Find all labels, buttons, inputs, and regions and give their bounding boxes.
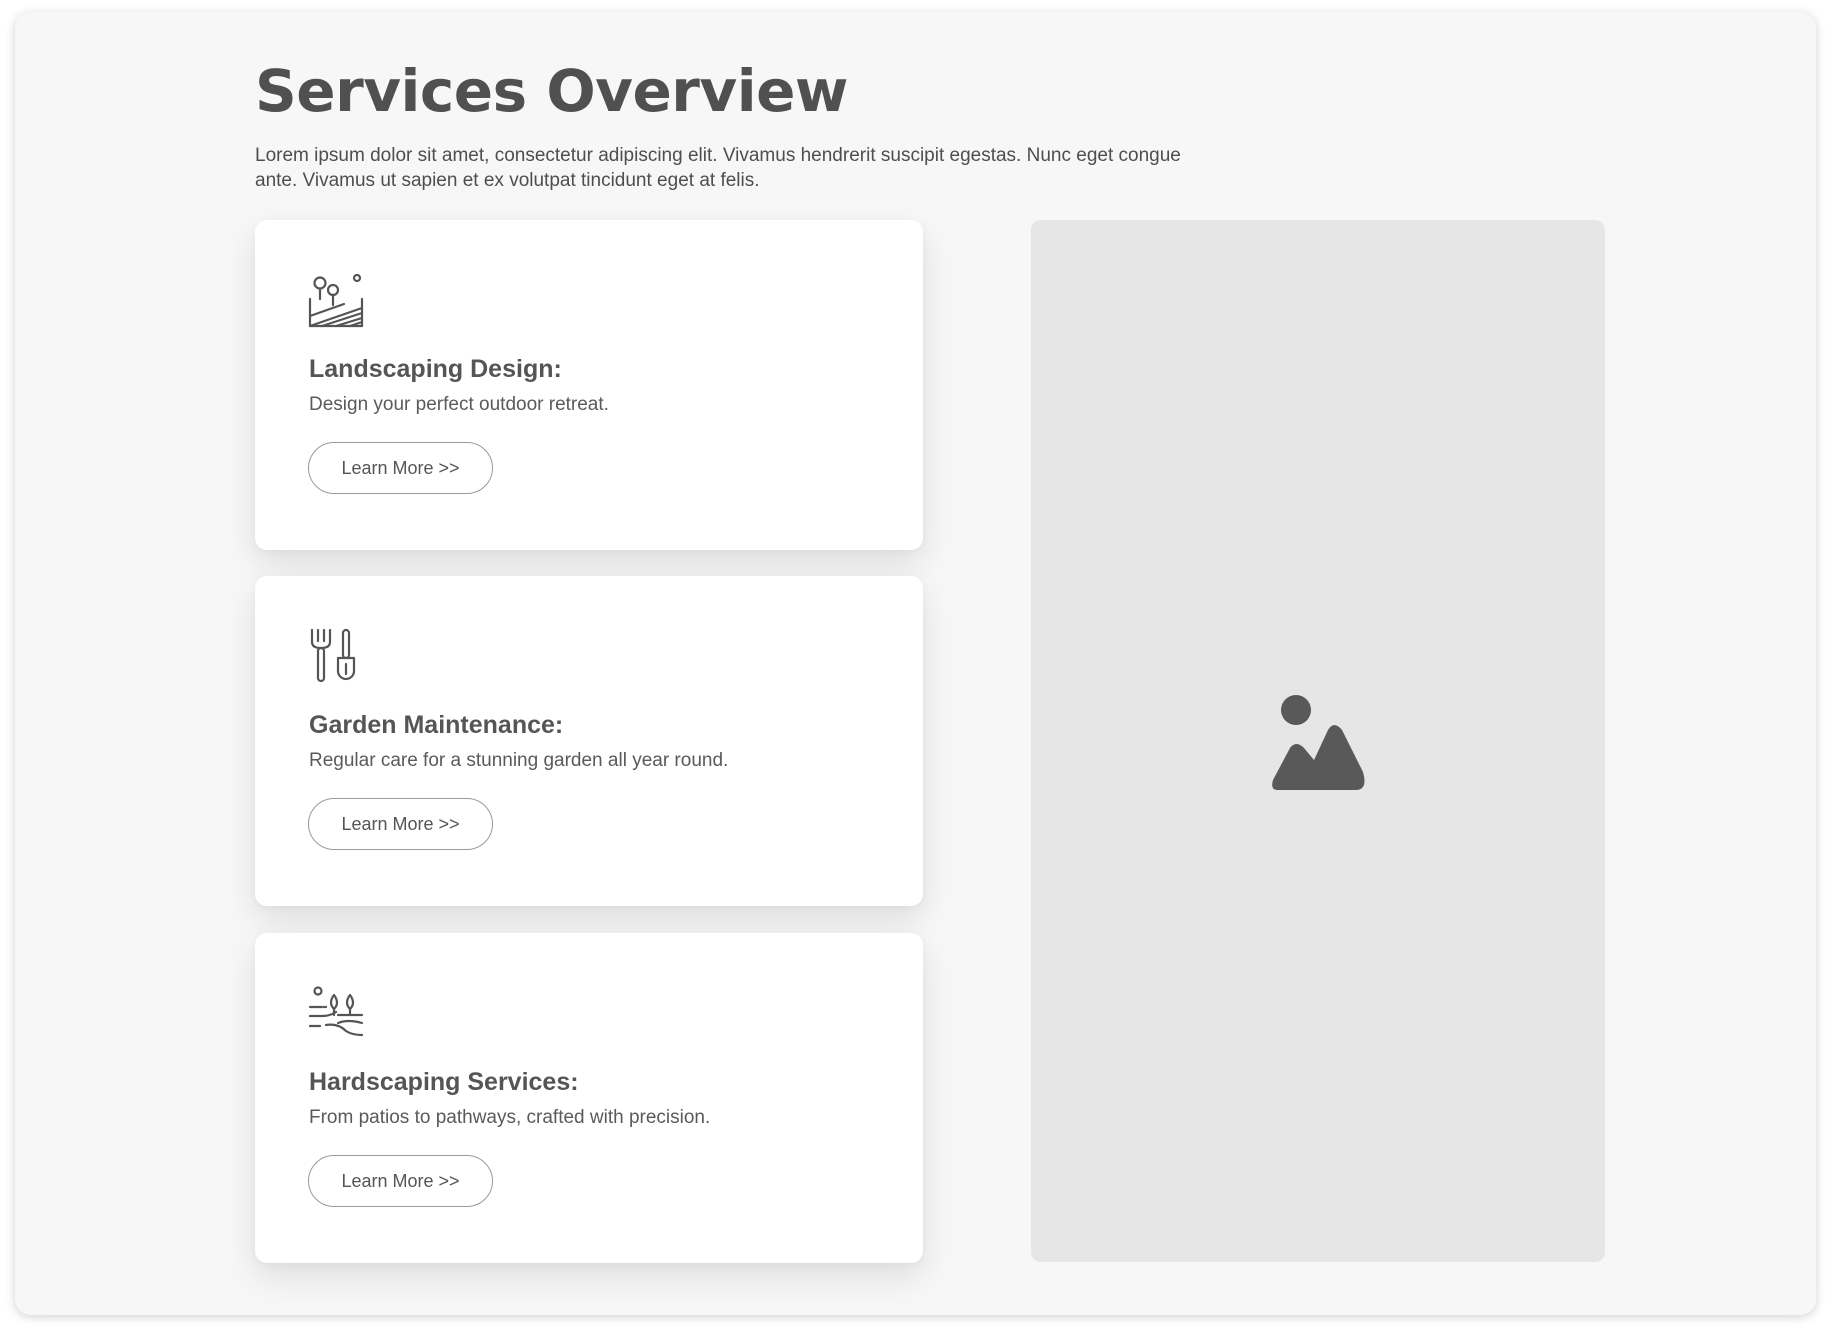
service-card-landscaping: Landscaping Design: Design your perfect … [255,220,923,550]
service-description: From patios to pathways, crafted with pr… [309,1107,711,1128]
service-description: Regular care for a stunning garden all y… [309,750,729,771]
service-card-maintenance: Garden Maintenance: Regular care for a s… [255,576,923,906]
page-title: Services Overview [255,57,849,125]
learn-more-button[interactable]: Learn More >> [308,798,493,850]
image-placeholder-icon [1272,695,1365,790]
field-plants-icon [308,986,364,1037]
intro-text: Lorem ipsum dolor sit amet, consectetur … [255,145,1181,191]
service-card-hardscaping: Hardscaping Services: From patios to pat… [255,933,923,1263]
service-title: Hardscaping Services: [309,1068,579,1096]
image-placeholder [1031,220,1605,1262]
service-description: Design your perfect outdoor retreat. [309,394,609,415]
landscape-hill-icon [308,273,364,328]
service-title: Landscaping Design: [309,355,562,383]
page-frame: Services Overview Lorem ipsum dolor sit … [15,12,1816,1315]
learn-more-button[interactable]: Learn More >> [308,442,493,494]
learn-more-button[interactable]: Learn More >> [308,1155,493,1207]
garden-tools-icon [310,628,356,683]
service-title: Garden Maintenance: [309,711,564,739]
